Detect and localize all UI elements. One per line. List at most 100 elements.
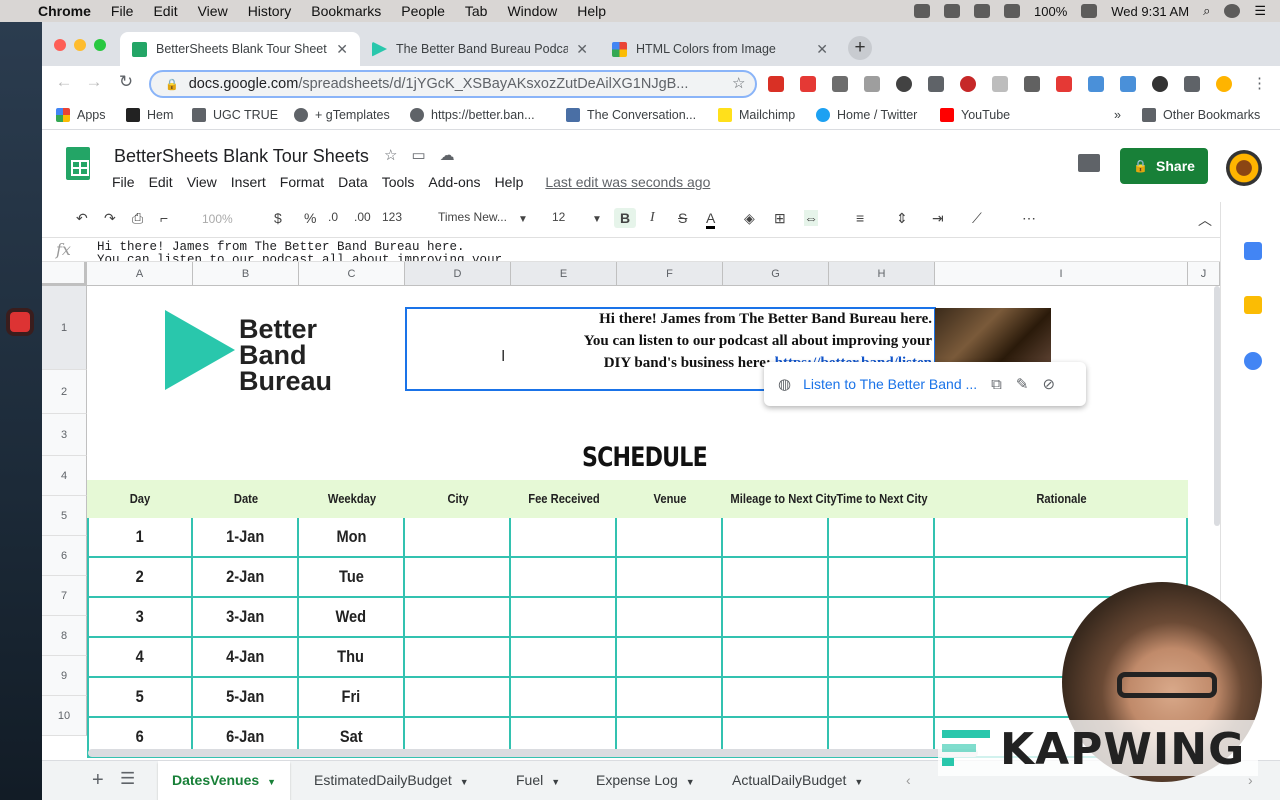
cell-time[interactable] — [829, 518, 935, 558]
menu-view[interactable]: View — [187, 174, 217, 190]
bookmarks-overflow[interactable]: » — [1114, 108, 1121, 122]
sheet-tab-datesvenues[interactable]: DatesVenues ▼ — [158, 761, 291, 800]
bookmark-twitter[interactable]: Home / Twitter — [816, 108, 917, 122]
extension-icon[interactable] — [864, 76, 880, 92]
collapse-menu-icon[interactable]: ︿ — [1198, 210, 1212, 230]
bookmark-mailchimp[interactable]: Mailchimp — [718, 108, 795, 122]
fill-color-icon[interactable]: ◈ — [744, 210, 755, 227]
copy-link-icon[interactable]: ⧉ — [991, 376, 1002, 393]
row-header-4[interactable]: 4 — [42, 456, 87, 496]
sheet-tab-actualdailybudget[interactable]: ActualDailyBudget ▼ — [718, 761, 877, 800]
bookmark-conversation[interactable]: The Conversation... — [566, 108, 696, 122]
sheet-tab-expense-log[interactable]: Expense Log ▼ — [582, 761, 709, 800]
sheets-logo-icon[interactable] — [66, 147, 90, 180]
increase-decimal-button[interactable]: .00 — [354, 210, 371, 224]
column-header-a[interactable]: A — [87, 262, 193, 286]
column-header-g[interactable]: G — [723, 262, 829, 286]
doc-title[interactable]: BetterSheets Blank Tour Sheets — [114, 146, 369, 167]
cell-weekday[interactable]: Mon — [299, 518, 405, 558]
extension-icon[interactable] — [928, 76, 944, 92]
cell-weekday[interactable]: Tue — [299, 558, 405, 598]
lock-icon[interactable]: 🔒 — [165, 78, 179, 91]
header-day[interactable]: Day — [94, 480, 185, 518]
add-sheet-button[interactable]: + — [92, 769, 104, 792]
menubar-clock[interactable]: Wed 9:31 AM — [1111, 4, 1189, 19]
maximize-window-icon[interactable] — [94, 39, 106, 51]
user-avatar[interactable] — [1226, 150, 1262, 186]
close-tab-icon[interactable]: ✕ — [576, 41, 588, 58]
sheet-tab-estimateddailybudget[interactable]: EstimatedDailyBudget ▼ — [300, 761, 483, 800]
header-weekday[interactable]: Weekday — [306, 480, 397, 518]
print-icon[interactable]: ⎙ — [132, 210, 143, 227]
cell-date[interactable]: 1-Jan — [193, 518, 299, 558]
decrease-decimal-button[interactable]: .0 — [328, 210, 338, 224]
menubar-people[interactable]: People — [401, 3, 445, 19]
merge-cells-icon[interactable]: ⇔ — [804, 210, 818, 226]
creative-cloud-icon[interactable] — [914, 4, 930, 18]
spotlight-icon[interactable]: ⌕ — [1203, 3, 1210, 19]
menubar-app-name[interactable]: Chrome — [38, 3, 91, 19]
wifi-icon[interactable] — [1004, 4, 1020, 18]
row-header-7[interactable]: 7 — [42, 576, 87, 616]
text-rotation-icon[interactable]: ⟋ — [972, 210, 982, 227]
last-edit-link[interactable]: Last edit was seconds ago — [545, 174, 710, 190]
extension-icon[interactable] — [1056, 76, 1072, 92]
font-select[interactable]: Times New... — [438, 210, 507, 224]
extension-icon[interactable] — [1024, 76, 1040, 92]
cell-mileage[interactable] — [723, 518, 829, 558]
cell-mileage[interactable] — [723, 678, 829, 718]
tasks-icon[interactable] — [1244, 352, 1262, 370]
row-header-9[interactable]: 9 — [42, 656, 87, 696]
sheet-tab-fuel[interactable]: Fuel ▼ — [502, 761, 574, 800]
header-city[interactable]: City — [412, 480, 503, 518]
header-time-to-next[interactable]: Time to Next City — [836, 480, 927, 518]
puzzle-extensions-icon[interactable] — [1184, 76, 1200, 92]
header-mileage[interactable]: Mileage to Next City — [730, 480, 836, 518]
cell-fee[interactable] — [511, 638, 617, 678]
strikethrough-button[interactable]: S — [678, 210, 687, 226]
menu-addons[interactable]: Add-ons — [428, 174, 480, 190]
align-vertical-icon[interactable]: ⇕ — [896, 210, 908, 227]
percent-format-button[interactable]: % — [304, 210, 316, 226]
zoom-select[interactable]: 100% — [202, 212, 233, 226]
cell-venue[interactable] — [617, 678, 723, 718]
cell-day[interactable]: 2 — [87, 558, 193, 598]
profile-avatar[interactable] — [1216, 76, 1232, 92]
close-tab-icon[interactable]: ✕ — [816, 41, 828, 58]
text-color-button[interactable]: A — [706, 210, 716, 229]
menubar-bookmarks[interactable]: Bookmarks — [311, 3, 381, 19]
battery-icon[interactable] — [1081, 4, 1098, 18]
menubar-view[interactable]: View — [198, 3, 228, 19]
menubar-window[interactable]: Window — [507, 3, 557, 19]
new-tab-button[interactable]: + — [848, 36, 872, 60]
cell-venue[interactable] — [617, 518, 723, 558]
menubar-tab[interactable]: Tab — [465, 3, 488, 19]
reload-icon[interactable]: ↻ — [114, 72, 138, 92]
remove-link-icon[interactable]: ⊘ — [1042, 375, 1055, 393]
menu-format[interactable]: Format — [280, 174, 324, 190]
cell-rationale[interactable] — [935, 518, 1188, 558]
cell-venue[interactable] — [617, 638, 723, 678]
studio-image[interactable] — [935, 308, 1051, 362]
move-folder-icon[interactable]: ▭ — [411, 147, 439, 164]
header-date[interactable]: Date — [200, 480, 291, 518]
bookmark-youtube[interactable]: YouTube — [940, 108, 1010, 122]
column-header-c[interactable]: C — [299, 262, 405, 286]
siri-icon[interactable] — [1224, 4, 1241, 18]
header-rationale[interactable]: Rationale — [953, 480, 1171, 518]
cell-city[interactable] — [405, 558, 511, 598]
cell-weekday[interactable]: Wed — [299, 598, 405, 638]
cell-fee[interactable] — [511, 518, 617, 558]
menu-insert[interactable]: Insert — [231, 174, 266, 190]
extension-icon[interactable] — [896, 76, 912, 92]
borders-icon[interactable]: ⊞ — [774, 210, 786, 227]
row-header-1[interactable]: 1 — [42, 286, 87, 370]
bookmark-better-band[interactable]: https://better.ban... — [410, 108, 535, 122]
font-size-select[interactable]: 12 — [552, 210, 565, 224]
menubar-history[interactable]: History — [248, 3, 292, 19]
chrome-menu-icon[interactable]: ⋮ — [1252, 74, 1267, 92]
address-bar[interactable]: 🔒 docs.google.com/spreadsheets/d/1jYGcK_… — [149, 70, 757, 98]
row-header-6[interactable]: 6 — [42, 536, 87, 576]
select-all-corner[interactable] — [42, 262, 87, 286]
cell-time[interactable] — [829, 638, 935, 678]
